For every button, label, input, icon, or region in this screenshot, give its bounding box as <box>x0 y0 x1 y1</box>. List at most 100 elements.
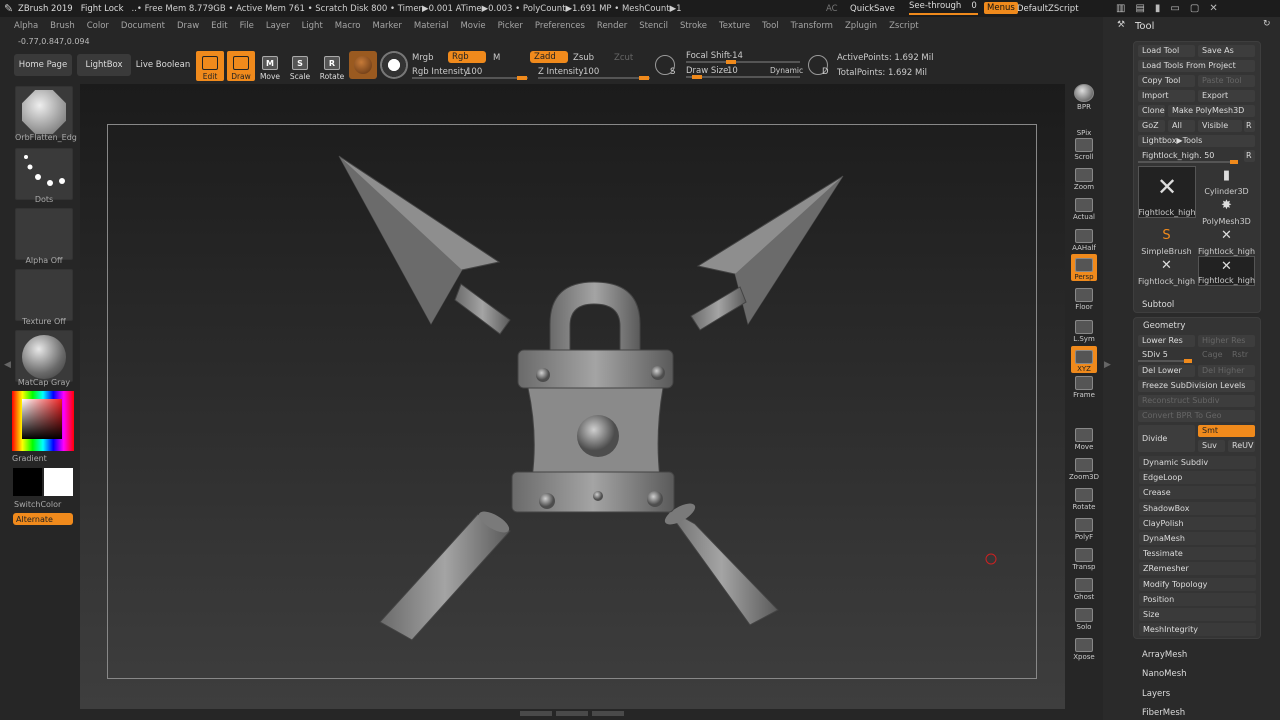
geometry-modify-topology[interactable]: Modify Topology <box>1139 577 1256 591</box>
geometry-meshintegrity[interactable]: MeshIntegrity <box>1139 623 1256 637</box>
right-aahalf-button[interactable]: AAHalf <box>1071 225 1097 252</box>
alpha-thumbnail[interactable] <box>15 208 73 260</box>
alternate-button[interactable]: Alternate <box>13 513 73 525</box>
menu-stroke[interactable]: Stroke <box>674 21 713 31</box>
section-layers[interactable]: Layers <box>1142 689 1170 699</box>
secondary-color-swatch[interactable] <box>44 468 73 496</box>
draw-button[interactable]: Draw <box>227 51 255 81</box>
close-icon[interactable]: ✕ <box>1209 3 1217 14</box>
menu-document[interactable]: Document <box>115 21 171 31</box>
lower-res-button[interactable]: Lower Res <box>1138 335 1195 347</box>
lightbox-button[interactable]: LightBox <box>77 54 131 76</box>
zadd-button[interactable]: Zadd <box>530 51 568 63</box>
default-zscript[interactable]: DefaultZScript <box>1017 4 1079 14</box>
right-frame-button[interactable]: Frame <box>1071 372 1097 399</box>
right-rotate-button[interactable]: Rotate <box>1071 484 1097 511</box>
right-spix-button[interactable]: SPix <box>1071 110 1097 137</box>
primary-color-swatch[interactable] <box>13 468 42 496</box>
geometry-zremesher[interactable]: ZRemesher <box>1139 562 1256 576</box>
draw-size-slider[interactable] <box>686 75 800 79</box>
visible-button[interactable]: Visible <box>1198 120 1242 132</box>
ac-label[interactable]: AC <box>826 4 838 14</box>
color-picker[interactable] <box>12 391 74 451</box>
zsub-button[interactable]: Zsub <box>573 53 594 63</box>
right-zoom-button[interactable]: Zoom <box>1071 164 1097 191</box>
sdiv-slider[interactable]: SDiv 5 <box>1138 349 1195 363</box>
del-lower-button[interactable]: Del Lower <box>1138 365 1195 377</box>
del-higher-button[interactable]: Del Higher <box>1198 365 1255 377</box>
right-move-button[interactable]: Move <box>1071 424 1097 451</box>
higher-res-button[interactable]: Higher Res <box>1198 335 1255 347</box>
section-fibermesh[interactable]: FiberMesh <box>1142 708 1185 718</box>
suv-toggle[interactable]: Suv <box>1198 440 1225 452</box>
import-button[interactable]: Import <box>1138 90 1195 102</box>
right-actual-button[interactable]: Actual <box>1071 194 1097 221</box>
see-through-slider[interactable]: See-through 0 <box>909 1 978 15</box>
material-thumbnail[interactable] <box>15 330 73 382</box>
right-solo-button[interactable]: Solo <box>1071 604 1097 631</box>
maximize-icon[interactable]: ▢ <box>1190 3 1199 14</box>
reuv-button[interactable]: ReUV <box>1228 440 1255 452</box>
gradient-sphere-icon[interactable] <box>380 51 408 79</box>
goz-r-button[interactable]: R <box>1244 120 1255 132</box>
tool-r-button[interactable]: R <box>1244 150 1255 162</box>
right-persp-button[interactable]: Persp <box>1071 254 1097 281</box>
menu-material[interactable]: Material <box>408 21 455 31</box>
tool-thumbnail-0[interactable]: ✕ Fightlock_high <box>1138 166 1196 218</box>
menus-toggle[interactable]: Menus <box>984 2 1018 14</box>
right-xyz-button[interactable]: XYZ <box>1071 346 1097 373</box>
material-sphere-icon[interactable] <box>349 51 377 79</box>
texture-thumbnail[interactable] <box>15 269 73 321</box>
right-polyf-button[interactable]: PolyF <box>1071 514 1097 541</box>
tool-pin-icon[interactable]: ⚒ <box>1117 20 1125 30</box>
menu-zplugin[interactable]: Zplugin <box>839 21 883 31</box>
live-boolean-button[interactable]: Live Boolean <box>134 54 192 76</box>
lock-icon[interactable]: ▮ <box>1155 3 1161 14</box>
focal-shift-slider[interactable] <box>686 60 800 64</box>
quicksave-button[interactable]: QuickSave <box>850 4 895 14</box>
home-page-button[interactable]: Home Page <box>14 54 72 76</box>
right-scroll-button[interactable]: Scroll <box>1071 134 1097 161</box>
menu-light[interactable]: Light <box>296 21 329 31</box>
menu-macro[interactable]: Macro <box>329 21 367 31</box>
rotate-button[interactable]: R Rotate <box>318 51 346 81</box>
cage-button[interactable]: Cage <box>1198 349 1225 361</box>
layout-icon[interactable]: ▤ <box>1135 3 1144 14</box>
section-arraymesh[interactable]: ArrayMesh <box>1142 650 1187 660</box>
canvas-viewport[interactable] <box>80 84 1065 709</box>
menu-color[interactable]: Color <box>81 21 115 31</box>
rgb-button[interactable]: Rgb <box>448 51 486 63</box>
menu-transform[interactable]: Transform <box>785 21 839 31</box>
menu-stencil[interactable]: Stencil <box>633 21 674 31</box>
scale-button[interactable]: S Scale <box>287 51 313 81</box>
menu-brush[interactable]: Brush <box>44 21 81 31</box>
menu-layer[interactable]: Layer <box>260 21 296 31</box>
goz-button[interactable]: GoZ <box>1138 120 1165 132</box>
goz-all-button[interactable]: All <box>1168 120 1195 132</box>
mrgb-button[interactable]: Mrgb <box>412 53 433 63</box>
paste-tool-button[interactable]: Paste Tool <box>1198 75 1255 87</box>
geometry-tessimate[interactable]: Tessimate <box>1139 547 1256 561</box>
right-ghost-button[interactable]: Ghost <box>1071 574 1097 601</box>
freeze-subdivision-button[interactable]: Freeze SubDivision Levels <box>1138 380 1255 392</box>
dynamic-toggle[interactable]: Dynamic <box>770 66 803 75</box>
right-lsym-button[interactable]: L.Sym <box>1071 316 1097 343</box>
menu-marker[interactable]: Marker <box>367 21 408 31</box>
geometry-claypolish[interactable]: ClayPolish <box>1139 516 1256 530</box>
right-floor-button[interactable]: Floor <box>1071 284 1097 311</box>
menu-movie[interactable]: Movie <box>454 21 491 31</box>
brush-thumbnail[interactable] <box>15 86 73 138</box>
current-tool-slider[interactable]: Fightlock_high. 50 <box>1138 150 1242 164</box>
clone-button[interactable]: Clone <box>1138 105 1165 117</box>
convert-bpr-button[interactable]: Convert BPR To Geo <box>1138 410 1255 422</box>
z-intensity-slider[interactable] <box>538 76 650 80</box>
divide-button[interactable]: Divide <box>1138 425 1195 452</box>
geometry-shadowbox[interactable]: ShadowBox <box>1139 501 1256 515</box>
load-tool-button[interactable]: Load Tool <box>1138 45 1195 57</box>
copy-tool-button[interactable]: Copy Tool <box>1138 75 1195 87</box>
geometry-size[interactable]: Size <box>1139 608 1256 621</box>
left-tray-toggle-icon[interactable]: ◀ <box>4 360 11 370</box>
tool-thumbnail-3[interactable]: S SimpleBrush <box>1138 226 1195 256</box>
menu-texture[interactable]: Texture <box>713 21 756 31</box>
tool-thumbnail-5[interactable]: ✕ Fightlock_high <box>1138 256 1195 286</box>
